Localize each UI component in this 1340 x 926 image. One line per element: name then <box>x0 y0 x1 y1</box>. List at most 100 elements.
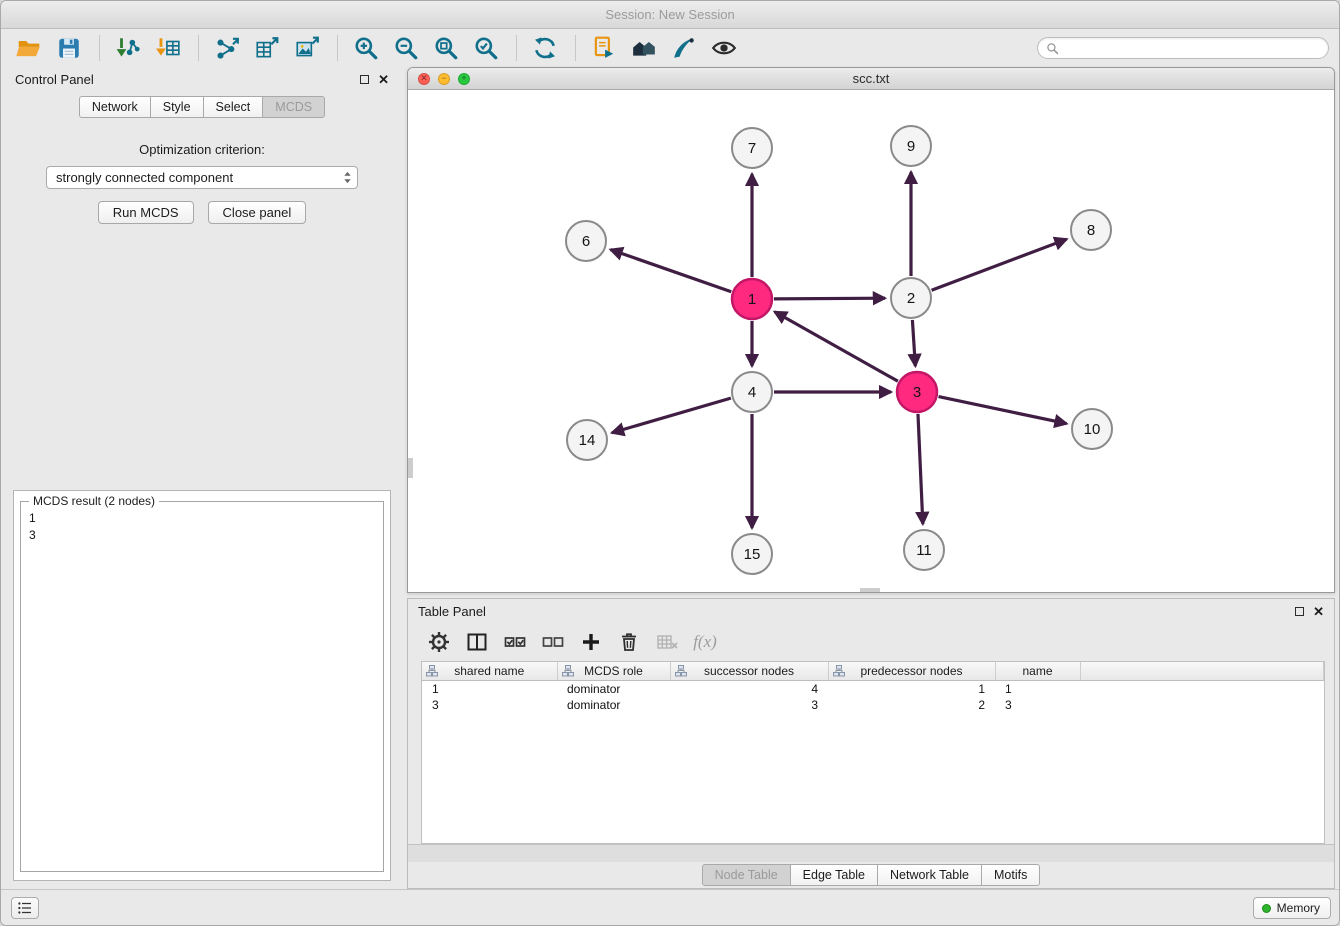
network-node[interactable]: 4 <box>732 372 772 412</box>
tab-node-table[interactable]: Node Table <box>702 864 791 886</box>
node-table: shared name MCDS role succ <box>422 662 1324 713</box>
table-cell[interactable]: 3 <box>995 697 1080 713</box>
close-window-icon[interactable]: ✕ <box>418 73 430 85</box>
export-image-icon <box>294 35 320 61</box>
zoom-out-button[interactable] <box>390 32 422 64</box>
mcds-result-item: 1 <box>29 510 373 527</box>
tab-motifs[interactable]: Motifs <box>981 864 1040 886</box>
table-cell[interactable]: 1 <box>995 680 1080 697</box>
network-node[interactable]: 8 <box>1071 210 1111 250</box>
network-edge[interactable] <box>932 239 1067 290</box>
tab-edge-table[interactable]: Edge Table <box>790 864 878 886</box>
table-cell[interactable]: 2 <box>828 697 995 713</box>
close-panel-button[interactable]: Close panel <box>208 201 307 224</box>
table-settings-button[interactable] <box>424 627 454 657</box>
network-node[interactable]: 15 <box>732 534 772 574</box>
delete-column-button[interactable] <box>614 627 644 657</box>
network-window-titlebar[interactable]: ✕ − + scc.txt <box>408 68 1334 90</box>
column-header-predecessor-nodes[interactable]: predecessor nodes <box>828 662 995 680</box>
apply-style-button[interactable] <box>668 32 700 64</box>
table-cell[interactable]: 1 <box>422 680 557 697</box>
export-network-button[interactable] <box>211 32 243 64</box>
network-edge[interactable] <box>612 398 731 433</box>
show-hide-graphics-button[interactable] <box>708 32 740 64</box>
network-node[interactable]: 7 <box>732 128 772 168</box>
export-table-button[interactable] <box>251 32 283 64</box>
table-cell[interactable]: 3 <box>422 697 557 713</box>
network-node[interactable]: 2 <box>891 278 931 318</box>
tab-mcds[interactable]: MCDS <box>262 96 325 118</box>
floppy-disk-icon <box>56 35 82 61</box>
table-toolbar: f(x) <box>408 623 1334 661</box>
tab-select[interactable]: Select <box>203 96 264 118</box>
memory-button[interactable]: Memory <box>1253 897 1331 919</box>
run-mcds-button[interactable]: Run MCDS <box>98 201 194 224</box>
fit-content-button[interactable] <box>430 32 462 64</box>
import-table-button[interactable] <box>152 32 184 64</box>
network-edge[interactable] <box>775 312 898 381</box>
document-network-icon <box>591 35 617 61</box>
select-all-icon <box>503 630 527 654</box>
show-columns-button[interactable] <box>462 627 492 657</box>
save-session-button[interactable] <box>53 32 85 64</box>
table-cell[interactable]: 4 <box>670 680 828 697</box>
delete-table-button-disabled[interactable] <box>652 627 682 657</box>
select-all-rows-button[interactable] <box>500 627 530 657</box>
network-node[interactable]: 9 <box>891 126 931 166</box>
close-panel-icon[interactable]: ✕ <box>1313 605 1324 618</box>
tab-network[interactable]: Network <box>79 96 151 118</box>
network-node[interactable]: 6 <box>566 221 606 261</box>
new-network-from-selection-button[interactable] <box>588 32 620 64</box>
export-image-button[interactable] <box>291 32 323 64</box>
create-column-button[interactable] <box>576 627 606 657</box>
canvas-splitter-handle[interactable] <box>408 458 413 478</box>
network-node[interactable]: 3 <box>897 372 937 412</box>
column-header-name[interactable]: name <box>995 662 1080 680</box>
column-header-mcds-role[interactable]: MCDS role <box>557 662 670 680</box>
table-cell[interactable]: dominator <box>557 697 670 713</box>
criterion-dropdown[interactable]: strongly connected component <box>46 166 358 189</box>
minimize-window-icon[interactable]: − <box>438 73 450 85</box>
network-edge[interactable] <box>611 250 732 292</box>
deselect-all-rows-button[interactable] <box>538 627 568 657</box>
network-edge[interactable] <box>918 414 923 524</box>
search-input[interactable] <box>1064 41 1320 55</box>
tab-network-table[interactable]: Network Table <box>877 864 982 886</box>
zoom-out-icon <box>393 35 419 61</box>
first-neighbors-button[interactable] <box>628 32 660 64</box>
float-panel-icon[interactable] <box>1295 607 1304 616</box>
close-panel-icon[interactable]: ✕ <box>378 73 389 86</box>
network-canvas[interactable]: 7 9 6 8 1 2 4 3 14 10 15 11 <box>408 90 1334 593</box>
window-titlebar[interactable]: Session: New Session <box>1 1 1339 29</box>
table-row[interactable]: 1dominator411 <box>422 680 1324 697</box>
refresh-view-button[interactable] <box>529 32 561 64</box>
float-panel-icon[interactable] <box>360 75 369 84</box>
canvas-splitter-handle[interactable] <box>860 588 880 593</box>
network-edge[interactable] <box>774 298 885 299</box>
network-node[interactable]: 10 <box>1072 409 1112 449</box>
search-icon <box>1046 42 1059 55</box>
column-header-shared-name[interactable]: shared name <box>422 662 557 680</box>
tab-style[interactable]: Style <box>150 96 204 118</box>
global-search-field[interactable] <box>1037 37 1329 59</box>
table-cell[interactable]: 3 <box>670 697 828 713</box>
zoom-window-icon[interactable]: + <box>458 73 470 85</box>
column-header-successor-nodes[interactable]: successor nodes <box>670 662 828 680</box>
table-cell-filler <box>1080 680 1324 697</box>
network-node[interactable]: 1 <box>732 279 772 319</box>
function-builder-button-disabled[interactable]: f(x) <box>690 627 720 657</box>
table-cell[interactable]: 1 <box>828 680 995 697</box>
network-edge[interactable] <box>912 320 915 366</box>
open-session-button[interactable] <box>13 32 45 64</box>
column-type-icon <box>426 665 438 680</box>
task-history-button[interactable] <box>11 897 39 919</box>
zoom-selected-button[interactable] <box>470 32 502 64</box>
network-node[interactable]: 11 <box>904 530 944 570</box>
table-row[interactable]: 3dominator323 <box>422 697 1324 713</box>
network-node[interactable]: 14 <box>567 420 607 460</box>
table-cell[interactable]: dominator <box>557 680 670 697</box>
import-network-button[interactable] <box>112 32 144 64</box>
network-edge[interactable] <box>939 397 1067 424</box>
mcds-result-list[interactable]: 1 3 <box>29 510 373 865</box>
zoom-in-button[interactable] <box>350 32 382 64</box>
